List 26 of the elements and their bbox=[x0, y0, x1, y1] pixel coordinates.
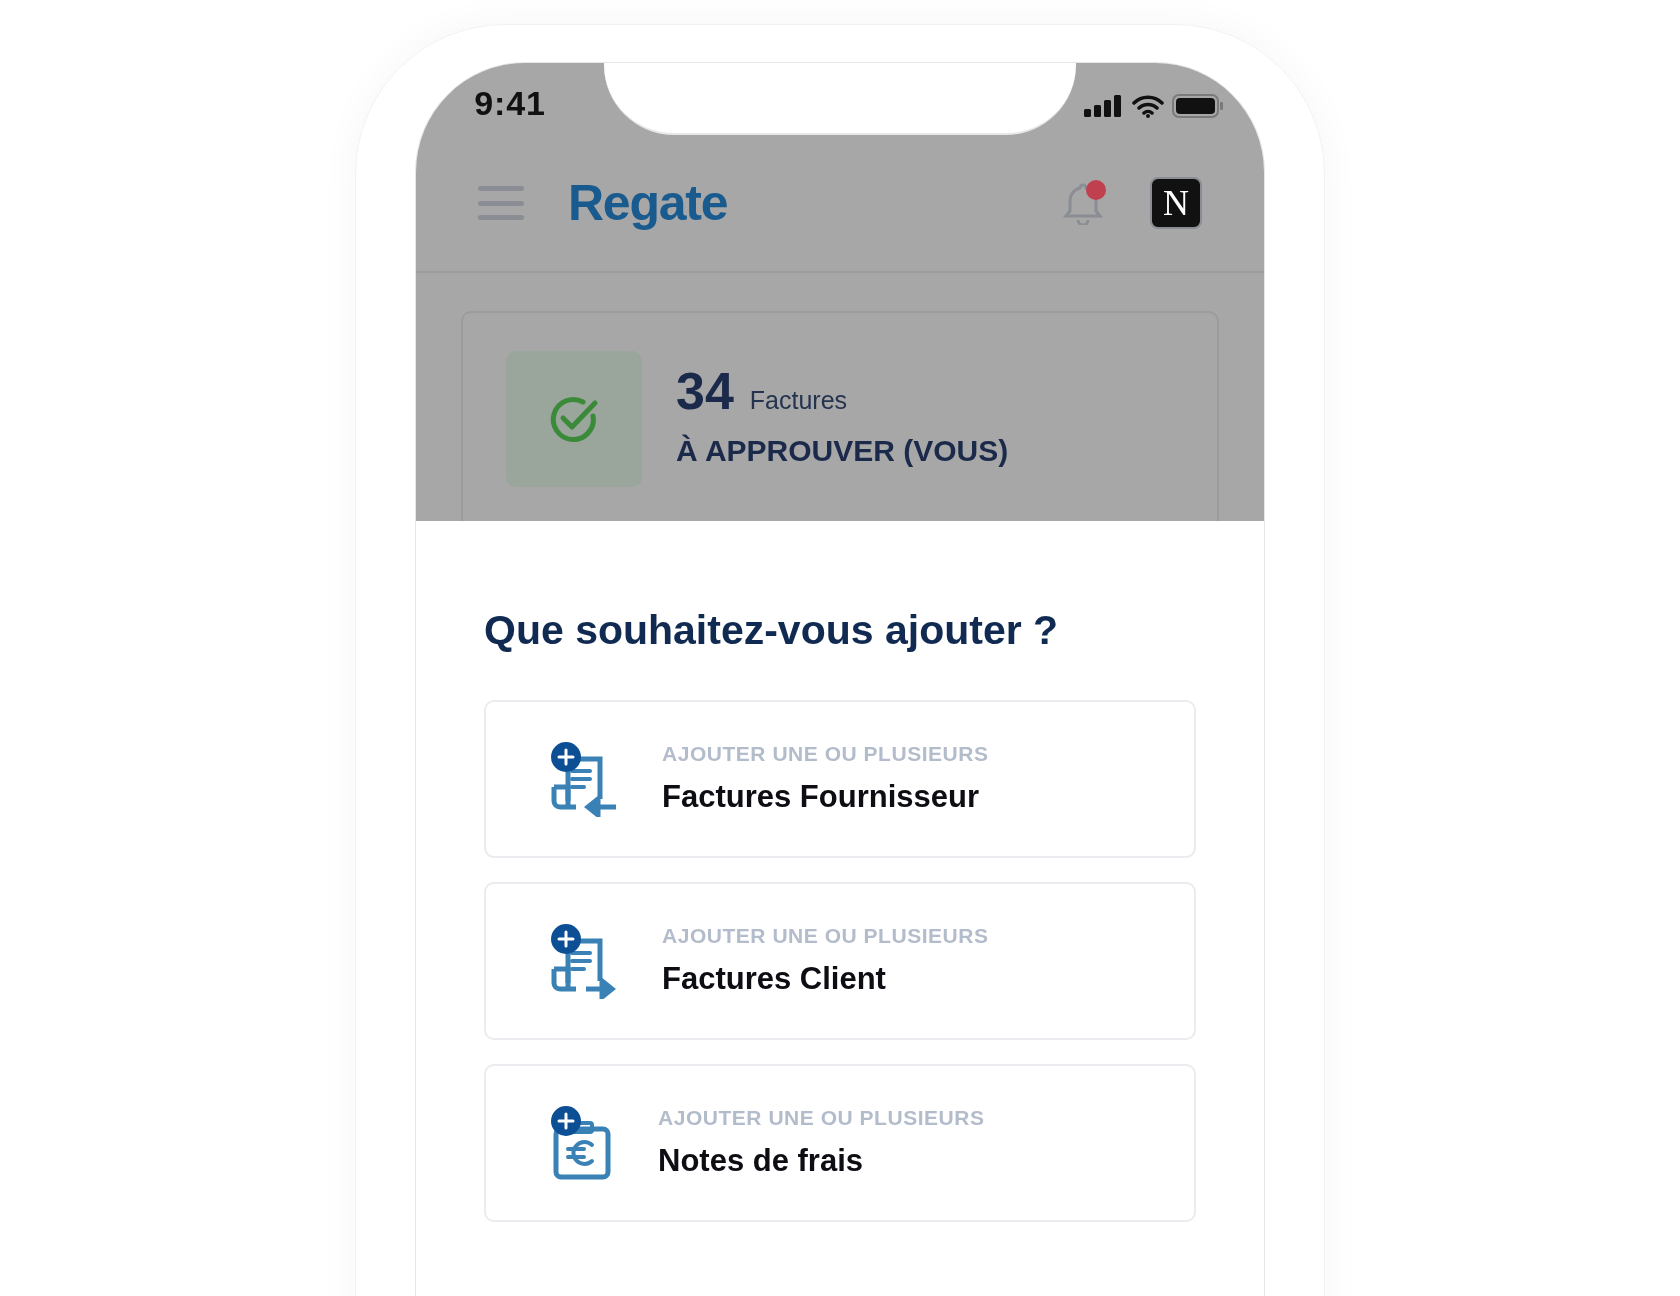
expense-add-icon bbox=[550, 1105, 614, 1182]
outgoing-invoice-add-icon bbox=[550, 923, 618, 1000]
app-logo: Regate bbox=[568, 173, 728, 233]
add-option-card[interactable]: AJOUTER UNE OU PLUSIEURS Notes de frais bbox=[484, 1064, 1196, 1223]
avatar-button[interactable]: N bbox=[1150, 177, 1202, 229]
sheet-title: Que souhaitez-vous ajouter ? bbox=[484, 606, 1060, 655]
incoming-invoice-add-icon bbox=[550, 741, 618, 818]
option-title: Factures Fournisseur bbox=[662, 777, 980, 816]
add-option-card[interactable]: AJOUTER UNE OU PLUSIEURS Factures Fournisseur bbox=[484, 700, 1196, 859]
invoice-count: 34 bbox=[676, 365, 734, 418]
option-title: Factures Client bbox=[662, 959, 887, 998]
signal-icon bbox=[1084, 95, 1124, 117]
option-title: Notes de frais bbox=[658, 1141, 864, 1180]
approval-label: À APPROUVER (VOUS) bbox=[676, 432, 1009, 469]
option-caption: AJOUTER UNE OU PLUSIEURS bbox=[662, 741, 989, 768]
battery-icon bbox=[1172, 94, 1224, 118]
summary-card[interactable]: 34 Factures À APPROUVER (VOUS) bbox=[461, 311, 1219, 521]
check-circle-icon bbox=[549, 394, 599, 444]
option-caption: AJOUTER UNE OU PLUSIEURS bbox=[658, 1105, 985, 1132]
add-option-card[interactable]: AJOUTER UNE OU PLUSIEURS Factures Client bbox=[484, 882, 1196, 1041]
status-time: 9:41 bbox=[474, 83, 546, 124]
wifi-icon bbox=[1132, 94, 1164, 118]
invoice-unit: Factures bbox=[749, 385, 848, 417]
bell-icon bbox=[1063, 181, 1103, 225]
menu-button[interactable] bbox=[478, 183, 524, 223]
option-caption: AJOUTER UNE OU PLUSIEURS bbox=[662, 923, 989, 950]
